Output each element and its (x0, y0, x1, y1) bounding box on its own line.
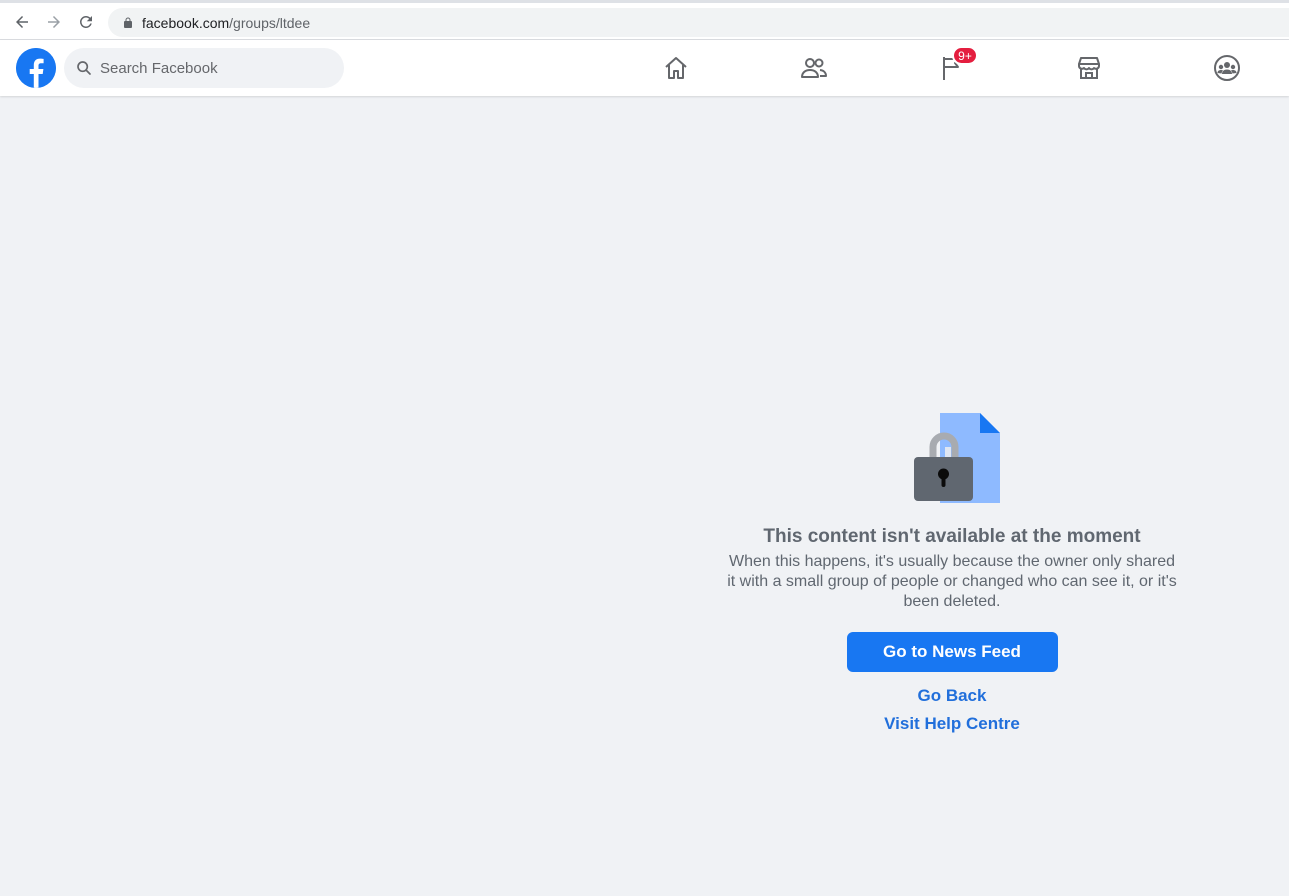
locked-document-icon (914, 413, 1000, 503)
marketplace-icon[interactable] (1071, 50, 1107, 86)
facebook-logo-icon[interactable] (16, 48, 56, 88)
reload-icon[interactable] (74, 10, 98, 34)
url-host: facebook.com (142, 14, 230, 31)
forward-arrow-icon[interactable] (42, 10, 66, 34)
groups-icon[interactable] (1209, 50, 1245, 86)
address-bar[interactable]: facebook.com/groups/ltdee (108, 8, 1289, 37)
go-to-news-feed-button[interactable]: Go to News Feed (846, 632, 1058, 672)
notification-badge: 9+ (952, 46, 978, 65)
home-icon[interactable] (658, 50, 694, 86)
content-unavailable-panel: This content isn't available at the mome… (712, 410, 1192, 738)
lock-icon (122, 16, 136, 30)
search-icon (77, 61, 91, 75)
description-text: When this happens, it's usually because … (727, 553, 1177, 610)
page-title: This content isn't available at the mome… (763, 526, 1141, 547)
search-input[interactable] (100, 59, 320, 77)
url-path: /groups/ltdee (229, 14, 311, 31)
browser-toolbar: facebook.com/groups/ltdee (0, 0, 1289, 40)
facebook-header: 9+ (0, 40, 1289, 96)
back-arrow-icon[interactable] (10, 10, 34, 34)
friends-icon[interactable] (796, 50, 832, 86)
pages-flag-icon[interactable]: 9+ (934, 46, 978, 86)
visit-help-centre-link[interactable]: Visit Help Centre (884, 710, 1020, 738)
search-box[interactable] (64, 48, 344, 88)
go-back-link[interactable]: Go Back (918, 682, 987, 710)
